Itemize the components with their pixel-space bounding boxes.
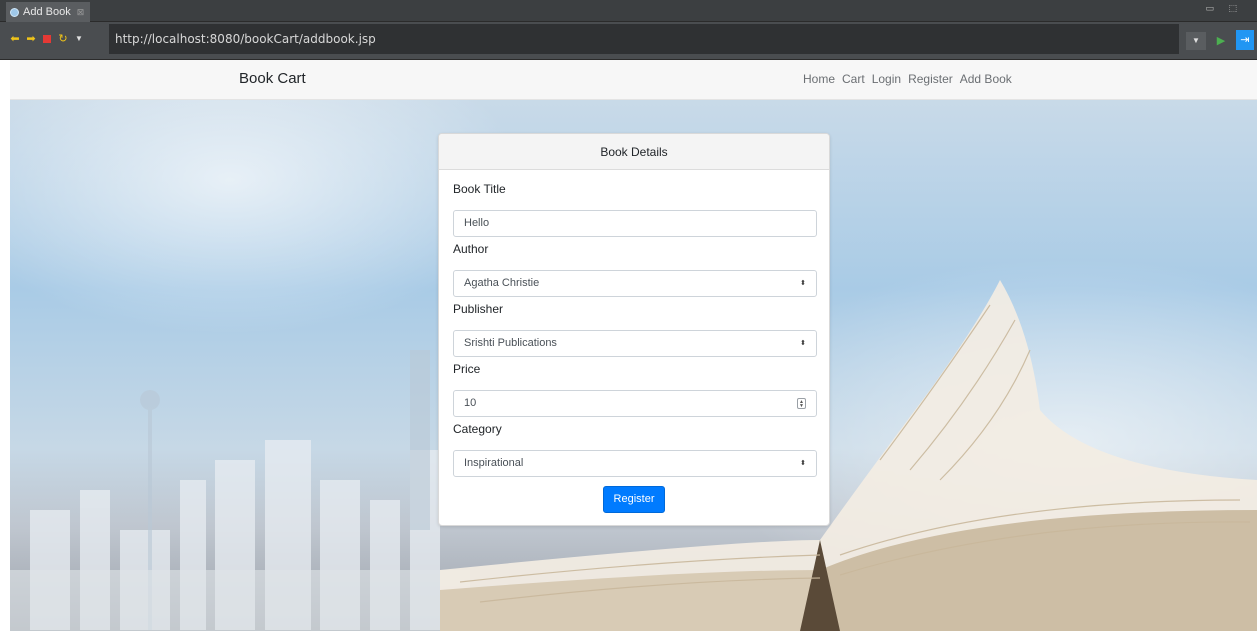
publisher-selected-value: Srishti Publications bbox=[464, 337, 557, 349]
external-browser-icon[interactable]: ⇥ bbox=[1236, 30, 1254, 50]
tab-title: Add Book bbox=[23, 6, 71, 18]
field-category: Category Inspirational ⬍ bbox=[453, 422, 817, 477]
editor-tab-bar: Add Book ⊠ ▭ ⬚ bbox=[0, 0, 1257, 22]
nav-register[interactable]: Register bbox=[908, 72, 953, 86]
price-label: Price bbox=[453, 362, 481, 376]
city-skyline-image bbox=[10, 350, 470, 631]
select-arrows-icon: ⬍ bbox=[800, 280, 806, 287]
tab-add-book[interactable]: Add Book ⊠ bbox=[6, 2, 91, 22]
brand-logo[interactable]: Book Cart bbox=[239, 70, 306, 87]
globe-icon bbox=[10, 7, 19, 17]
category-selected-value: Inspirational bbox=[464, 457, 524, 469]
refresh-icon[interactable]: ↻ bbox=[57, 33, 69, 45]
publisher-label: Publisher bbox=[453, 302, 504, 316]
nav-home[interactable]: Home bbox=[803, 72, 835, 86]
nav-add-book[interactable]: Add Book bbox=[960, 72, 1012, 86]
arrow-right-icon[interactable]: ➡ bbox=[25, 33, 37, 45]
web-page: Book Cart Home Cart Login Register Add B… bbox=[10, 60, 1257, 631]
author-selected-value: Agatha Christie bbox=[464, 277, 540, 289]
category-label: Category bbox=[453, 422, 502, 436]
nav-links: Home Cart Login Register Add Book bbox=[803, 72, 1012, 86]
card-title: Book Details bbox=[439, 134, 829, 170]
chevron-down-icon[interactable]: ▼ bbox=[73, 33, 85, 45]
field-price: Price 10 ▲ ▼ bbox=[453, 362, 817, 417]
window-controls[interactable]: ▭ ⬚ bbox=[1205, 3, 1243, 14]
book-title-label: Book Title bbox=[453, 182, 506, 196]
price-value: 10 bbox=[464, 397, 477, 409]
author-select[interactable]: Agatha Christie ⬍ bbox=[453, 270, 817, 297]
url-dropdown-icon[interactable]: ▼ bbox=[1186, 32, 1206, 50]
category-select[interactable]: Inspirational ⬍ bbox=[453, 450, 817, 477]
url-input[interactable]: http://localhost:8080/bookCart/addbook.j… bbox=[109, 24, 1179, 54]
register-button[interactable]: Register bbox=[603, 486, 665, 513]
site-navbar: Book Cart Home Cart Login Register Add B… bbox=[10, 60, 1257, 100]
publisher-select[interactable]: Srishti Publications ⬍ bbox=[453, 330, 817, 357]
field-author: Author Agatha Christie ⬍ bbox=[453, 242, 817, 297]
nav-cart[interactable]: Cart bbox=[842, 72, 865, 86]
select-arrows-icon: ⬍ bbox=[800, 460, 806, 467]
play-icon[interactable]: ▶ bbox=[1212, 32, 1230, 50]
number-stepper-icon[interactable]: ▲ ▼ bbox=[797, 398, 806, 409]
arrow-left-icon[interactable]: ⬅ bbox=[9, 33, 21, 45]
book-details-card: Book Details Book Title Hello Author Aga… bbox=[438, 133, 830, 526]
book-title-input[interactable]: Hello bbox=[453, 210, 817, 237]
author-label: Author bbox=[453, 242, 489, 256]
browser-toolbar: ⬅ ➡ ↻ ▼ http://localhost:8080/bookCart/a… bbox=[0, 22, 1257, 60]
close-icon[interactable]: ⊠ bbox=[77, 2, 85, 22]
nav-login[interactable]: Login bbox=[872, 72, 901, 86]
select-arrows-icon: ⬍ bbox=[800, 340, 806, 347]
field-publisher: Publisher Srishti Publications ⬍ bbox=[453, 302, 817, 357]
field-book-title: Book Title Hello bbox=[453, 182, 817, 237]
price-input[interactable]: 10 ▲ ▼ bbox=[453, 390, 817, 417]
stop-icon[interactable] bbox=[41, 33, 53, 45]
